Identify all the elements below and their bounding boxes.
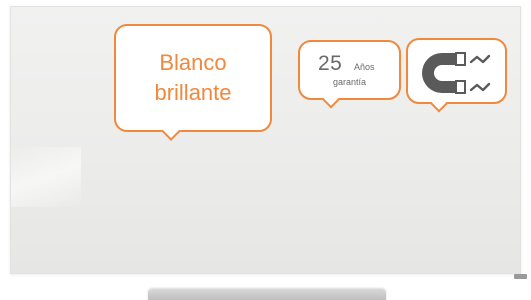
brand-tag [514,274,527,279]
board-glare [11,147,81,207]
finish-line-1: Blanco [159,50,227,75]
finish-badge: Blanco brillante [114,24,272,141]
finish-badge-text: Blanco brillante [116,48,270,108]
warranty-years: 25 [318,52,343,75]
warranty-label: garantía [332,77,367,87]
warranty-badge: 25 Años garantía [298,40,401,109]
finish-line-2: brillante [154,80,232,105]
warranty-unit: Años [354,62,375,72]
magnetic-badge [406,38,507,113]
magnet-icon [422,52,491,94]
pen-tray [148,289,386,300]
